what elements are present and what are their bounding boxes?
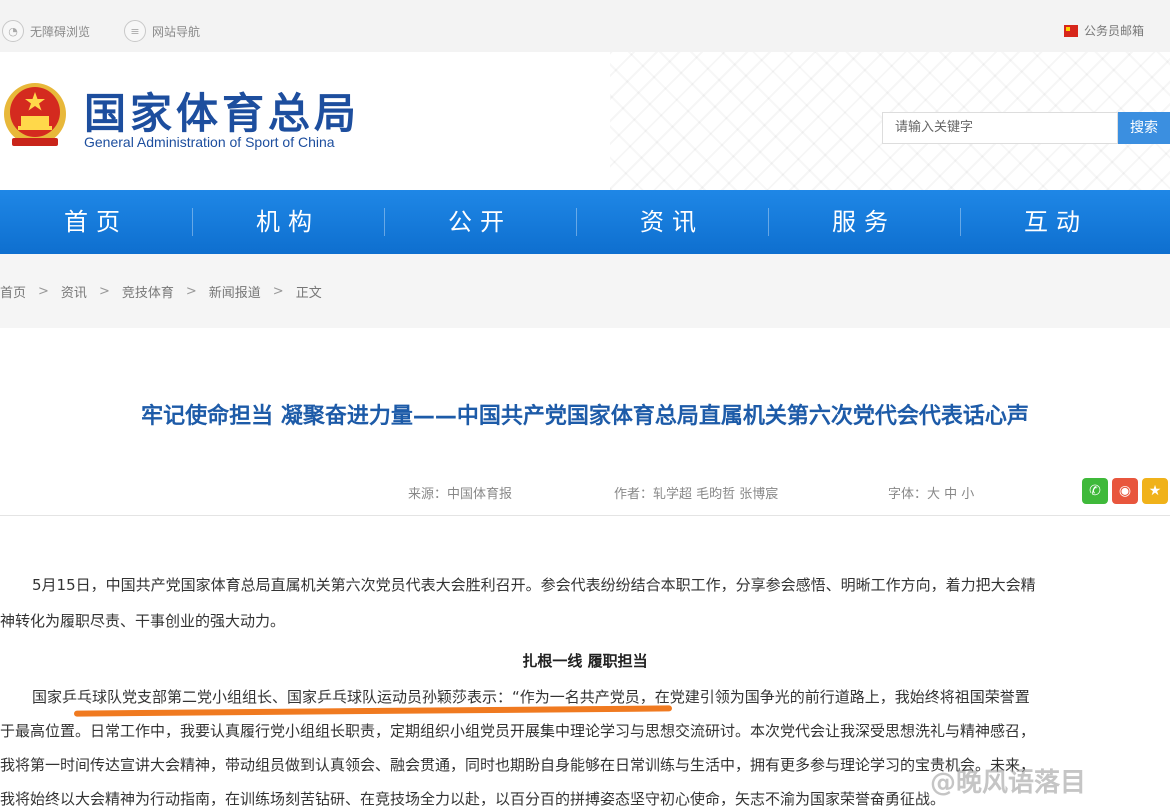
breadcrumb-news-reports[interactable]: 新闻报道 [209,282,261,301]
breadcrumb-separator: > [185,283,197,299]
article-source: 来源：中国体育报 [408,487,513,502]
breadcrumb-home[interactable]: 首页 [0,282,26,301]
accessibility-link[interactable]: ◔ 无障碍浏览 [2,20,90,42]
brand-name-cn[interactable]: 国家体育总局 [84,80,360,141]
main-nav: 首页 机构 公开 资讯 服务 互动 [0,190,1170,254]
flag-icon [1063,24,1078,37]
section-subheading: 扎根一线 履职担当 [522,652,648,670]
brand-name-en: General Administration of Sport of China [84,134,335,150]
site-header: 国家体育总局 General Administration of Sport o… [0,52,1170,190]
breadcrumb-news[interactable]: 资讯 [61,282,87,301]
search-input[interactable]: 请输入关键字 [882,112,1118,144]
paragraph-1-line-1: 5月15日，中国共产党国家体育总局直属机关第六次党员代表大会胜利召开。参会代表纷… [32,576,1036,594]
wechat-share-icon[interactable]: ✆ [1082,478,1108,504]
weibo-share-icon[interactable]: ◉ [1112,478,1138,504]
site-nav-icon: ≡ [124,20,146,42]
favorite-star-icon[interactable]: ★ [1142,478,1168,504]
accessibility-label: 无障碍浏览 [30,24,91,39]
breadcrumb-competitive-sports[interactable]: 竞技体育 [122,282,174,301]
article-author: 作者：轧学超 毛昀哲 张博宸 [614,487,779,502]
site-nav-link[interactable]: ≡ 网站导航 [124,20,200,42]
site-nav-label: 网站导航 [152,24,201,39]
breadcrumb-separator: > [272,283,284,299]
nav-item-news[interactable]: 资讯 [576,190,768,254]
mail-label: 公务员邮箱 [1083,24,1144,38]
breadcrumb: 首页 > 资讯 > 竞技体育 > 新闻报道 > 正文 [0,254,1170,328]
paragraph-1-line-2: 神转化为履职尽责、干事创业的强大动力。 [0,612,286,630]
accessibility-icon: ◔ [2,20,24,42]
breadcrumb-current: 正文 [295,285,322,301]
nav-item-organization[interactable]: 机构 [192,190,384,254]
font-size-selector[interactable]: 字体：大 中 小 [888,483,974,502]
mail-link[interactable]: 公务员邮箱 [1063,22,1144,39]
nav-item-public[interactable]: 公开 [384,190,576,254]
meta-divider [0,515,1170,516]
article-title: 牢记使命担当 凝聚奋进力量——中国共产党国家体育总局直属机关第六次党代会代表话心… [141,404,1029,429]
breadcrumb-separator: > [98,283,110,299]
nav-item-home[interactable]: 首页 [0,190,192,254]
paragraph-2-line-2: 于最高位置。日常工作中，我要认真履行党小组组长职责，定期组织小组党员开展集中理论… [0,722,1036,740]
national-emblem-icon [4,83,66,146]
nav-item-interaction[interactable]: 互动 [960,190,1152,254]
search-button[interactable]: 搜索 [1118,112,1170,144]
top-utility-bar: ◔ 无障碍浏览 ≡ 网站导航 公务员邮箱 [0,0,1170,52]
watermark: @晚风语落目 [930,768,1087,798]
nav-item-services[interactable]: 服务 [768,190,960,254]
breadcrumb-separator: > [38,283,49,299]
